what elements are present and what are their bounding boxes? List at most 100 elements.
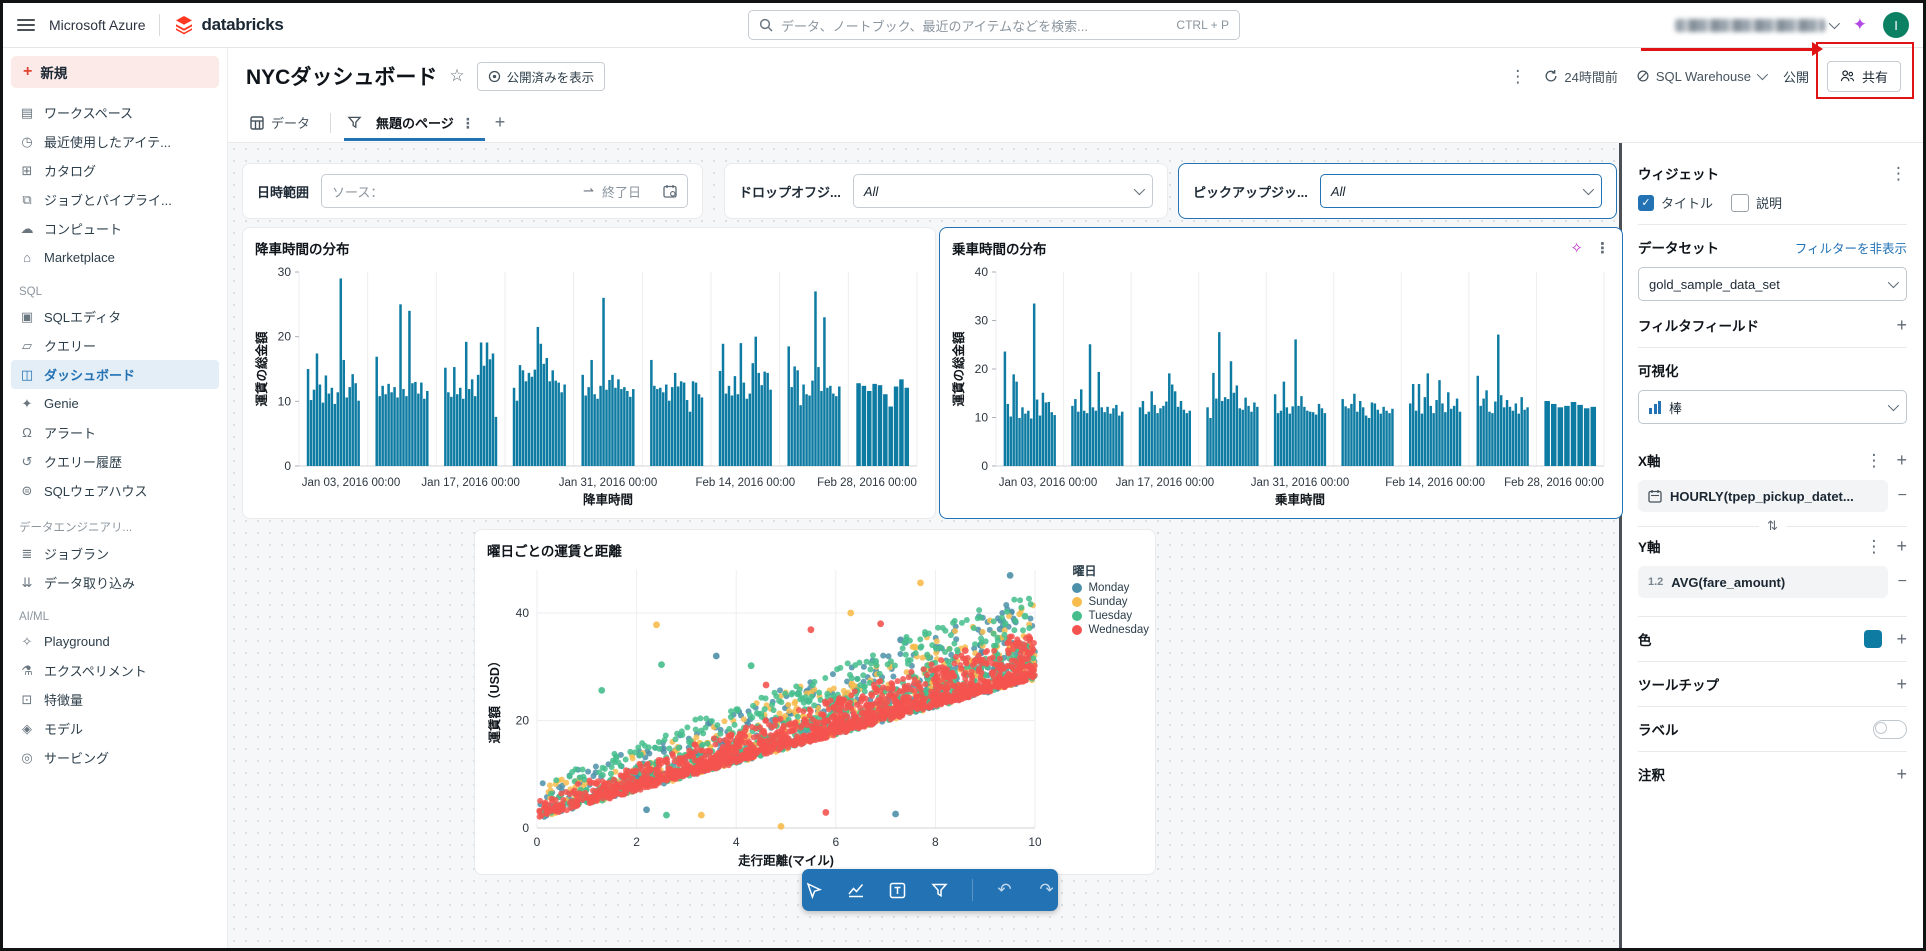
- sidebar-item-queries[interactable]: ▱ クエリー: [11, 331, 219, 360]
- y-axis-field-chip[interactable]: 1.2 AVG(fare_amount): [1638, 566, 1888, 598]
- add-x-field-button[interactable]: +: [1896, 451, 1907, 469]
- sidebar-item-sql-warehouse[interactable]: ⊜ SQLウェアハウス: [11, 476, 219, 505]
- bar-chart-icon: [1649, 400, 1661, 414]
- x-axis-field-chip[interactable]: HOURLY(tpep_pickup_datet...: [1638, 480, 1888, 512]
- search-placeholder: データ、ノートブック、最近のアイテムなどを検索...: [781, 18, 1088, 34]
- refresh-button[interactable]: 24時間前: [1544, 67, 1618, 86]
- add-color-button[interactable]: +: [1896, 630, 1907, 648]
- sidebar-item-models[interactable]: ◈ モデル: [11, 714, 219, 743]
- add-annotation-button[interactable]: +: [1896, 765, 1907, 783]
- y-axis-kebab-icon[interactable]: ⋮: [1865, 538, 1882, 555]
- sidebar-item-catalog[interactable]: ⊞ カタログ: [11, 156, 219, 185]
- add-page-button[interactable]: +: [495, 112, 506, 133]
- sidebar-item-sql-editor[interactable]: ▣ SQLエディタ: [11, 302, 219, 331]
- hide-filters-link[interactable]: フィルターを非表示: [1795, 238, 1907, 257]
- labels-toggle[interactable]: [1873, 719, 1907, 739]
- sidebar-item-experiments[interactable]: ⚗ エクスペリメント: [11, 656, 219, 685]
- dataset-select[interactable]: gold_sample_data_set: [1638, 267, 1907, 301]
- publish-button[interactable]: 公開: [1783, 67, 1809, 86]
- fare-distance-scatter-widget[interactable]: 曜日ごとの運賃と距離 0 20 40 0 2 4 6 8 10 走行距離(マイル) 運賃額（USD）…: [474, 529, 1156, 875]
- workspace-switcher[interactable]: [1674, 17, 1840, 32]
- filter-pickup-widget[interactable]: ピックアップジッ... All: [1178, 163, 1617, 219]
- sidebar-item-features[interactable]: ⊡ 特徴量: [11, 685, 219, 714]
- legend-item-tuesday[interactable]: Tuesday: [1072, 610, 1149, 622]
- sidebar-item-serving[interactable]: ◎ サービング: [11, 743, 219, 772]
- filter-date-range-widget[interactable]: 日時範囲 ソース： ⇀ 終了日: [242, 163, 703, 219]
- dropoff-select[interactable]: All: [852, 174, 1153, 208]
- description-checkbox[interactable]: 説明: [1731, 193, 1782, 212]
- svg-text:走行距離(マイル): 走行距離(マイル): [738, 853, 834, 868]
- assistant-sparkle-icon[interactable]: ✦: [1853, 15, 1867, 35]
- undo-button[interactable]: ↶: [995, 880, 1015, 900]
- sidebar-item-label: エクスペリメント: [44, 664, 147, 679]
- sidebar-item-marketplace[interactable]: ⌂ Marketplace: [11, 243, 219, 272]
- sidebar-item-workspace[interactable]: ▤ ワークスペース: [11, 98, 219, 127]
- svg-text:Jan 31, 2016 00:00: Jan 31, 2016 00:00: [1251, 477, 1349, 489]
- date-end-placeholder: 終了日: [601, 184, 641, 200]
- share-button[interactable]: 共有: [1826, 60, 1901, 92]
- sidebar-item-data-ingestion[interactable]: ⇊ データ取り込み: [11, 568, 219, 597]
- tab-data[interactable]: データ: [246, 104, 314, 141]
- widget-kebab-icon[interactable]: ⋮: [1890, 165, 1907, 182]
- x-axis-kebab-icon[interactable]: ⋮: [1865, 452, 1882, 469]
- add-y-field-button[interactable]: +: [1896, 537, 1907, 555]
- visualization-select[interactable]: 棒: [1638, 390, 1907, 424]
- sidebar-item-label: ジョブとパイプライ...: [44, 193, 172, 208]
- topbar-right: ✦ I: [1674, 12, 1909, 38]
- pickup-select[interactable]: All: [1319, 174, 1602, 208]
- select-cursor-tool[interactable]: [804, 880, 824, 900]
- filter-dropoff-widget[interactable]: ドロップオフジ... All: [724, 163, 1168, 219]
- color-swatch[interactable]: [1864, 630, 1883, 648]
- sidebar-item-recents[interactable]: ◷ 最近使用したアイテ...: [11, 127, 219, 156]
- databricks-logo-icon: [176, 16, 193, 35]
- sidebar-item-dashboards[interactable]: ◫ ダッシュボード: [11, 360, 219, 389]
- remove-y-field-button[interactable]: −: [1898, 573, 1907, 591]
- legend-item-sunday[interactable]: Sunday: [1072, 596, 1149, 608]
- warehouse-selector[interactable]: SQL Warehouse: [1636, 69, 1769, 84]
- databricks-logo[interactable]: databricks: [174, 15, 284, 35]
- tab-kebab-icon[interactable]: ⋮: [461, 116, 475, 130]
- tab-data-label: データ: [271, 116, 311, 131]
- redo-button[interactable]: ↷: [1037, 880, 1057, 900]
- view-published-button[interactable]: 公開済みを表示: [476, 61, 606, 91]
- add-textbox-tool[interactable]: [888, 880, 908, 900]
- header-kebab-icon[interactable]: ⋮: [1509, 68, 1526, 85]
- add-filter-field-button[interactable]: +: [1896, 316, 1907, 334]
- sidebar-item-job-runs[interactable]: ≣ ジョブラン: [11, 539, 219, 568]
- sidebar-item-playground[interactable]: ✧ Playground: [11, 627, 219, 656]
- global-search-input[interactable]: データ、ノートブック、最近のアイテムなどを検索... CTRL + P: [748, 10, 1240, 40]
- hamburger-menu-icon[interactable]: [17, 19, 35, 31]
- alerts-icon: Ω: [22, 425, 32, 440]
- dropoff-time-chart-widget[interactable]: 降車時間の分布 0 10 20 30 Jan 03, 2016 00:00 Jan 17,…: [242, 227, 936, 519]
- page-filter-icon[interactable]: [347, 115, 362, 130]
- pickup-bar-chart: 0 10 20 30 40 Jan 03, 2016 00:00 Jan 17, 2016 …: [951, 265, 1605, 507]
- sidebar-item-label: Playground: [44, 634, 110, 649]
- pickup-time-chart-widget[interactable]: 乗車時間の分布 ✧ ⋮ 0 10 20 30 40 Jan 03, 2016 00:00 J…: [939, 227, 1623, 519]
- legend-item-wednesday[interactable]: Wednesday: [1072, 624, 1149, 636]
- swap-axes-icon[interactable]: ⇅: [1767, 518, 1778, 534]
- date-start-placeholder: ソース：: [332, 184, 384, 200]
- add-filter-tool[interactable]: [930, 880, 950, 900]
- sidebar-item-jobs-pipelines[interactable]: ⧉ ジョブとパイプライ...: [11, 185, 219, 214]
- dataset-label: データセット: [1638, 241, 1719, 256]
- new-button[interactable]: + 新規: [11, 56, 219, 88]
- sidebar-item-compute[interactable]: ☁ コンピュート: [11, 214, 219, 243]
- widget-kebab-icon[interactable]: ⋮: [1595, 241, 1610, 256]
- app-frame: Microsoft Azure databricks データ、ノートブック、最近…: [0, 0, 1926, 951]
- dashboard-header: NYCダッシュボード ☆ 公開済みを表示 ⋮ 24時間前 SQL Warehou…: [228, 41, 1923, 143]
- sidebar-item-alerts[interactable]: Ω アラート: [11, 418, 219, 447]
- sidebar-item-query-history[interactable]: ↺ クエリー履歴: [11, 447, 219, 476]
- tab-untitled-page[interactable]: 無題のページ ⋮: [344, 104, 485, 141]
- legend-item-label: Wednesday: [1088, 624, 1149, 636]
- favorite-star-icon[interactable]: ☆: [449, 66, 464, 86]
- legend-dot-icon: [1072, 625, 1083, 635]
- add-visualization-tool[interactable]: [846, 880, 866, 900]
- add-tooltip-button[interactable]: +: [1896, 675, 1907, 693]
- ai-sparkle-icon[interactable]: ✧: [1570, 239, 1583, 257]
- title-checkbox[interactable]: ✓ タイトル: [1638, 193, 1713, 212]
- date-range-input[interactable]: ソース： ⇀ 終了日: [321, 174, 688, 208]
- remove-x-field-button[interactable]: −: [1898, 487, 1907, 505]
- legend-item-monday[interactable]: Monday: [1072, 582, 1149, 594]
- sidebar-item-genie[interactable]: ✦ Genie: [11, 389, 219, 418]
- user-avatar[interactable]: I: [1883, 12, 1909, 38]
